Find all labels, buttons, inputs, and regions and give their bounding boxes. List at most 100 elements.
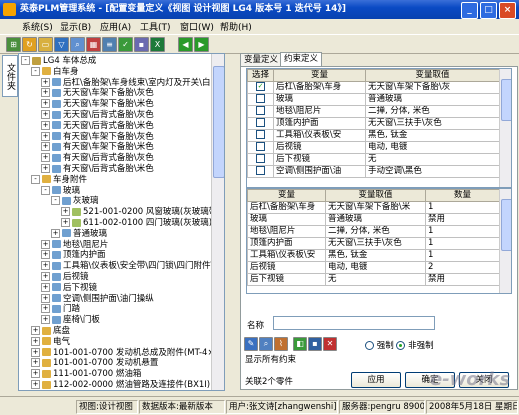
- table-row[interactable]: 后杠\备胎架\车身 无天窗\车架下备胎\米 1: [247, 201, 500, 214]
- tree-node[interactable]: +101-001-0700 发动机总成及附件(MT-4×4): [31, 347, 223, 359]
- collapse-icon[interactable]: -: [21, 56, 30, 65]
- result-table-scrollbar[interactable]: [499, 189, 511, 293]
- collapse-icon[interactable]: -: [51, 196, 60, 206]
- tree-node[interactable]: + 地毯\阻尼片: [41, 239, 108, 251]
- search-icon[interactable]: ⌕: [70, 37, 85, 52]
- expand-icon[interactable]: +: [41, 131, 50, 141]
- column-header[interactable]: 变量取值: [365, 69, 500, 82]
- filter-icon[interactable]: ▽: [54, 37, 69, 52]
- save-icon[interactable]: ▪: [134, 37, 149, 52]
- tree-node[interactable]: + 有天窗\后背式备胎\灰色: [41, 153, 154, 164]
- column-header[interactable]: 变量: [247, 189, 326, 202]
- constraint-scroll-thumb[interactable]: [501, 79, 511, 121]
- expand-icon[interactable]: +: [41, 261, 50, 271]
- expand-icon[interactable]: +: [31, 326, 40, 335]
- expand-icon[interactable]: +: [41, 88, 50, 98]
- collapse-icon[interactable]: -: [41, 185, 50, 195]
- tab-variable-definition[interactable]: 变量定义: [240, 53, 283, 66]
- maximize-button[interactable]: □: [480, 2, 497, 19]
- expand-icon[interactable]: +: [61, 207, 70, 217]
- tree-node[interactable]: + 有天窗\车架下备胎\灰色: [41, 131, 154, 143]
- value-cell[interactable]: 无天窗\三扶手\灰色: [365, 117, 500, 130]
- expand-icon[interactable]: +: [41, 315, 50, 325]
- select-checkbox[interactable]: [256, 166, 265, 175]
- tree-node[interactable]: + 工具箱\仪表板\安全带\四门锁\四门附件\: [41, 261, 213, 272]
- table-row[interactable]: 空调\侧围护面\油 手动空调\黑色: [247, 165, 500, 178]
- value-cell[interactable]: 手动空调\黑色: [365, 165, 500, 178]
- select-checkbox[interactable]: [256, 142, 265, 151]
- expand-icon[interactable]: +: [31, 336, 40, 346]
- edit-icon[interactable]: ✎: [244, 337, 258, 351]
- tree-node[interactable]: + 顶篷内护面: [41, 250, 106, 261]
- table-row[interactable]: 后下视镜无: [247, 153, 500, 166]
- find-icon[interactable]: ⌕: [259, 337, 273, 351]
- back-arrow-icon[interactable]: ◀: [178, 37, 193, 52]
- table-row[interactable]: 地毯\阻尼片 二掸, 分体, 米色: [247, 105, 500, 118]
- tree-node[interactable]: + 底盘: [31, 326, 70, 337]
- expand-icon[interactable]: +: [41, 120, 50, 130]
- expand-icon[interactable]: +: [41, 272, 50, 281]
- collapse-icon[interactable]: -: [31, 174, 40, 184]
- show-all-constraints[interactable]: 显示所有约束: [245, 353, 296, 365]
- value-cell[interactable]: 普通玻璃: [365, 93, 500, 106]
- grid-icon[interactable]: ▦: [86, 37, 101, 52]
- result-scroll-thumb[interactable]: [501, 199, 511, 251]
- tree-node[interactable]: +101-001-0700 发动机悬置: [31, 358, 158, 369]
- brush-icon[interactable]: ⌇: [274, 337, 288, 351]
- close-button[interactable]: ×: [499, 2, 516, 19]
- expand-icon[interactable]: +: [51, 228, 60, 238]
- tree-node[interactable]: + 无天窗\车架下备胎\灰色: [41, 88, 154, 99]
- table-row[interactable]: ✓ 后杠\备胎架\车身 无天窗\车架下备胎\灰: [247, 81, 500, 94]
- tree-node[interactable]: + 空调\侧围护面\油门操纵: [41, 293, 154, 305]
- column-header[interactable]: 选择: [247, 69, 274, 82]
- menu-display[interactable]: 显示(B): [60, 20, 91, 33]
- tree-node[interactable]: - 白车身: [31, 66, 79, 78]
- tree-node[interactable]: - 玻璃: [41, 185, 80, 197]
- expand-icon[interactable]: +: [61, 218, 70, 227]
- tree-node[interactable]: +611-002-0100 四门玻璃(灰玻璃): [61, 218, 212, 229]
- expand-icon[interactable]: +: [41, 282, 50, 292]
- table-row[interactable]: 工具箱\仪表板\安 黑色, 钛金: [247, 129, 500, 142]
- column-header[interactable]: 数量: [425, 189, 500, 202]
- column-header[interactable]: 变量取值: [325, 189, 426, 202]
- table-row[interactable]: 工具箱\仪表板\安 黑色, 钛金 1: [247, 249, 500, 262]
- expand-icon[interactable]: +: [41, 304, 50, 314]
- expand-icon[interactable]: +: [41, 110, 50, 119]
- select-checkbox[interactable]: [256, 106, 265, 115]
- menu-tools[interactable]: 工具(T): [140, 20, 171, 33]
- select-checkbox[interactable]: [256, 130, 265, 139]
- tree-node[interactable]: - 车身附件: [31, 174, 87, 186]
- menu-window[interactable]: 窗口(W): [180, 20, 214, 33]
- table-row[interactable]: 顶篷内护面 无天窗\三扶手\灰色 1: [247, 237, 500, 250]
- tree-node[interactable]: + 无天窗\车架下备胎\米色: [41, 99, 154, 110]
- tree-node[interactable]: + 门踏: [41, 304, 80, 315]
- column-header[interactable]: 变量: [273, 69, 366, 82]
- save-constraint-icon[interactable]: ▪: [308, 337, 322, 351]
- tree-node[interactable]: +521-001-0200 风窗玻璃(灰玻璃带: [61, 207, 217, 218]
- menu-system[interactable]: 系统(S): [22, 20, 53, 33]
- expand-icon[interactable]: +: [41, 99, 50, 109]
- minimize-button[interactable]: _: [461, 2, 478, 19]
- tree-node[interactable]: + 有天窗\后背式备胎\米色: [41, 164, 154, 175]
- forward-arrow-icon[interactable]: ▶: [194, 37, 209, 52]
- value-cell[interactable]: 无: [365, 153, 500, 166]
- radio-optional[interactable]: [396, 341, 406, 350]
- expand-icon[interactable]: +: [41, 77, 50, 87]
- refresh-icon[interactable]: ↻: [22, 37, 37, 52]
- tab-constraint-definition[interactable]: 约束定义: [280, 52, 323, 67]
- tree-scrollbar[interactable]: [211, 54, 224, 390]
- tree-node[interactable]: + 电气: [31, 336, 70, 348]
- tree-node[interactable]: + 后下视镜: [41, 282, 97, 294]
- folder-side-tab[interactable]: 文件夹: [2, 55, 18, 97]
- table-row[interactable]: 后视镜 电动, 电镀 2: [247, 261, 500, 274]
- select-checkbox[interactable]: [256, 118, 265, 127]
- select-checkbox[interactable]: [256, 94, 265, 103]
- radio-mandatory[interactable]: [365, 341, 374, 350]
- value-cell[interactable]: 黑色, 钛金: [365, 129, 500, 142]
- table-row[interactable]: 后下视镜无禁用: [247, 273, 500, 286]
- menu-apply[interactable]: 应用(A): [100, 20, 131, 33]
- menu-help[interactable]: 帮助(H): [220, 20, 252, 33]
- tree-node[interactable]: +112-002-0000 燃油管路及连接件(BX1I): [31, 380, 210, 390]
- value-cell[interactable]: 二掸, 分体, 米色: [365, 105, 500, 118]
- expand-icon[interactable]: +: [41, 250, 50, 260]
